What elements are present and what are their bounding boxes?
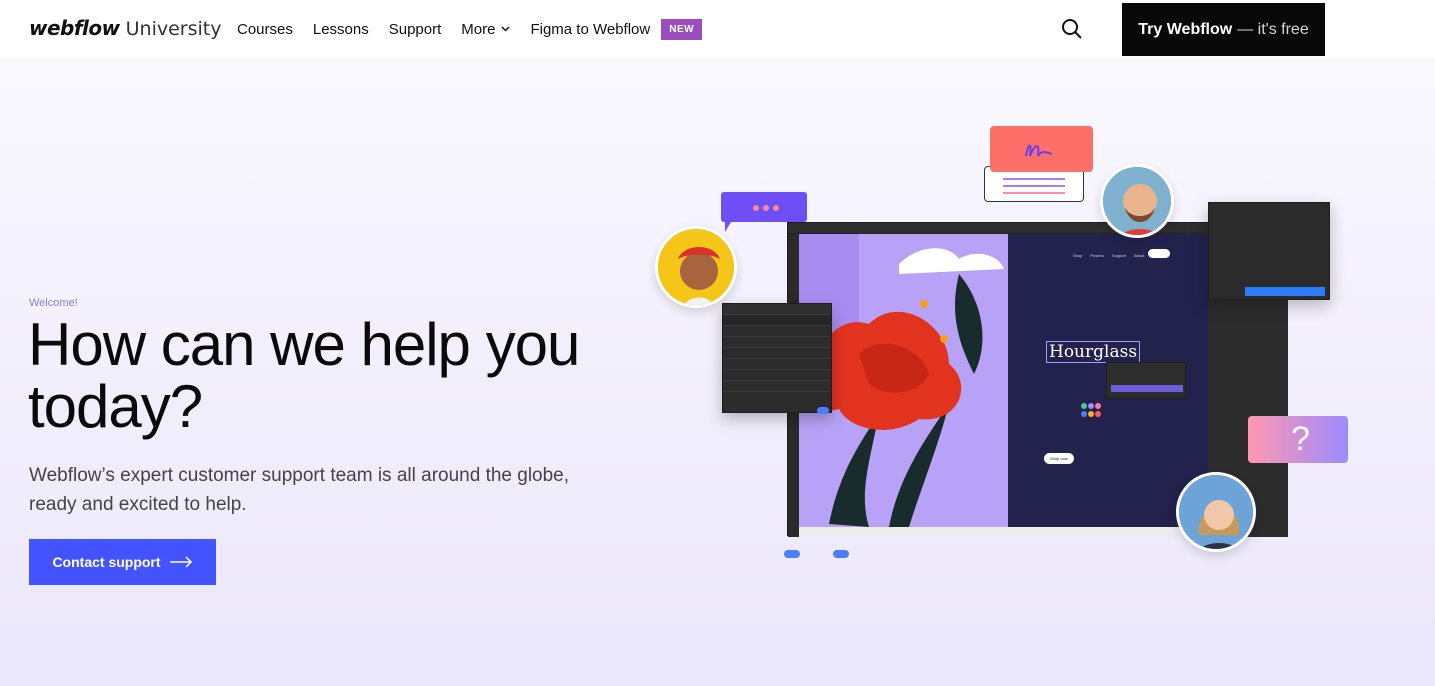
shop-now-button: Shop now <box>1044 453 1074 464</box>
avatar <box>655 226 737 308</box>
product-title: Hourglass <box>1046 341 1141 363</box>
dynamic-style-selection <box>1111 385 1183 392</box>
hero-illustration: Shop Posters Support About Hourglass Sho… <box>640 110 1360 580</box>
arrow-right-icon <box>169 556 192 568</box>
search-icon <box>1062 19 1082 39</box>
chat-bubble-dots <box>721 192 807 232</box>
publish-panel <box>1208 202 1330 300</box>
contact-support-button[interactable]: Contact support <box>29 539 216 585</box>
try-webflow-label: Try Webflow <box>1138 20 1233 38</box>
page-title: How can we help you today? <box>28 311 580 440</box>
designer-breadcrumb-bar <box>799 527 1208 537</box>
mini-nav-about: About <box>1133 253 1145 258</box>
new-badge: NEW <box>661 18 703 40</box>
mini-nav: Shop Posters Support About <box>1073 253 1144 258</box>
nav-link-more-label: More <box>461 20 496 38</box>
ssl-toggles <box>784 550 852 558</box>
scroll-actions-panel <box>722 303 832 414</box>
color-swatches <box>1081 403 1101 417</box>
avatar <box>1176 472 1256 552</box>
contact-support-label: Contact support <box>52 554 161 570</box>
enable-ssl-toggle <box>784 550 803 558</box>
nav-link-courses[interactable]: Courses <box>237 21 293 38</box>
chevron-down-icon <box>501 26 510 32</box>
nav-link-more[interactable]: More <box>461 21 510 38</box>
try-webflow-button[interactable]: Try Webflow — it's free <box>1122 3 1325 56</box>
top-nav: webflow University Courses Lessons Suppo… <box>0 0 1435 58</box>
logo[interactable]: webflow University <box>29 16 222 40</box>
try-webflow-sublabel: — it's free <box>1237 20 1309 38</box>
publish-domains-button <box>1245 287 1325 296</box>
secure-frame-toggle <box>833 550 852 558</box>
live-preview-toggle <box>817 407 829 414</box>
chat-bubble-question: ? <box>1248 416 1348 463</box>
nav-links: Courses Lessons Support More Figma to We… <box>237 0 703 58</box>
hero-subtext: Webflow’s expert customer support team i… <box>29 465 570 515</box>
mini-nav-shop: Shop <box>1073 253 1083 258</box>
mini-start-button <box>1148 249 1170 258</box>
nav-link-lessons[interactable]: Lessons <box>313 21 369 38</box>
logo-subtitle: University <box>125 18 222 40</box>
mini-nav-posters: Posters <box>1090 253 1104 258</box>
question-mark-icon: ? <box>1291 420 1310 458</box>
mini-nav-support: Support <box>1111 253 1126 258</box>
nav-link-support[interactable]: Support <box>389 21 442 38</box>
avatar <box>1100 164 1174 238</box>
welcome-eyebrow: Welcome! <box>29 297 78 309</box>
logo-wordmark: webflow <box>29 16 120 40</box>
search-button[interactable] <box>1060 17 1084 41</box>
nav-link-figma-to-webflow[interactable]: Figma to Webflow <box>530 21 650 38</box>
chat-bubble-signature <box>990 126 1093 172</box>
dynamic-style-panel <box>1106 362 1186 399</box>
